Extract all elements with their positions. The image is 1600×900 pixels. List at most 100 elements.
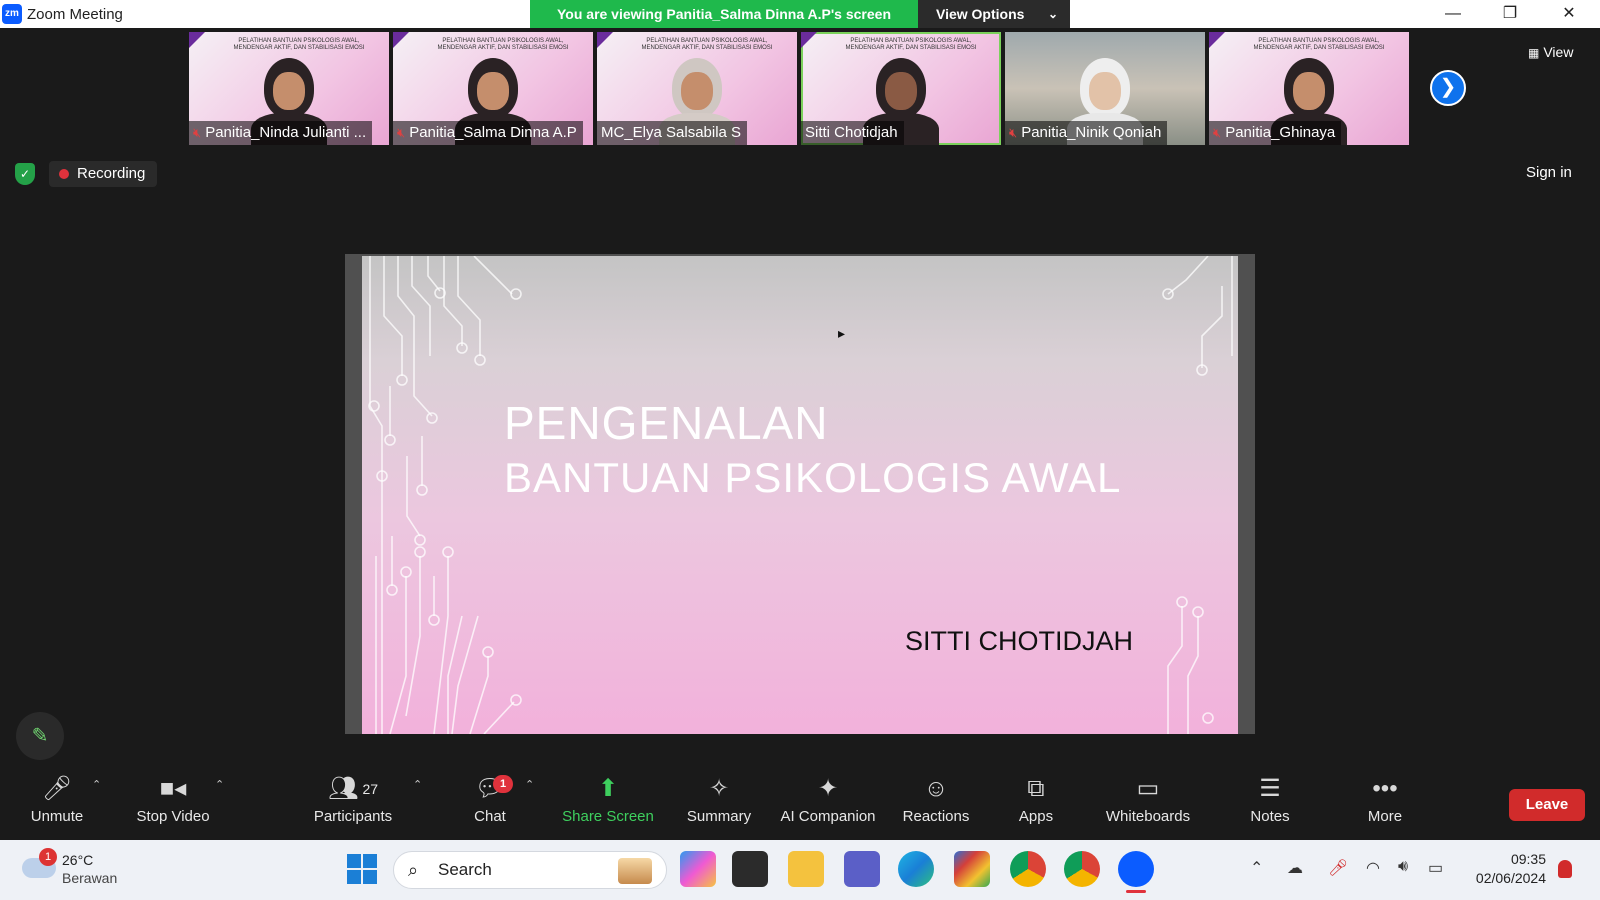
- file-explorer-icon[interactable]: [788, 851, 824, 887]
- video-thumbnail[interactable]: PELATIHAN BANTUAN PSIKOLOGIS AWAL, MENDE…: [189, 32, 389, 145]
- video-thumbnail-strip: PELATIHAN BANTUAN PSIKOLOGIS AWAL, MENDE…: [189, 32, 1409, 145]
- teams-app-icon[interactable]: [844, 851, 880, 887]
- participants-options-caret-icon[interactable]: ⌃: [413, 778, 422, 791]
- video-thumbnail[interactable]: PELATIHAN BANTUAN PSIKOLOGIS AWAL, MENDE…: [393, 32, 593, 145]
- volume-icon[interactable]: 🔊︎: [1398, 858, 1408, 876]
- participants-button[interactable]: 👥︎ 27 Participants: [308, 770, 398, 840]
- whiteboards-label: Whiteboards: [1105, 808, 1191, 825]
- chevron-down-icon: ⌄: [1047, 7, 1058, 21]
- more-label: More: [1367, 808, 1403, 825]
- wifi-icon[interactable]: ◠: [1366, 858, 1380, 878]
- weather-badge: 1: [39, 848, 57, 866]
- slide-corner-decoration: [801, 32, 817, 48]
- thumbnail-background-text: PELATIHAN BANTUAN PSIKOLOGIS AWAL, MENDE…: [1253, 38, 1385, 51]
- video-thumbnail[interactable]: PELATIHAN BANTUAN PSIKOLOGIS AWAL, MENDE…: [1209, 32, 1409, 145]
- thumbnail-background-text: PELATIHAN BANTUAN PSIKOLOGIS AWAL, MENDE…: [845, 38, 977, 51]
- video-thumbnail[interactable]: 🔇︎ Panitia_Ninik Qoniah: [1005, 32, 1205, 145]
- video-options-caret-icon[interactable]: ⌃: [215, 778, 224, 791]
- participant-name: Panitia_Salma Dinna A.P: [409, 124, 577, 141]
- participants-label: Participants: [313, 808, 393, 825]
- terminal-app-icon[interactable]: [732, 851, 768, 887]
- close-button[interactable]: ✕: [1546, 0, 1592, 28]
- notes-icon: ☰: [1259, 775, 1281, 802]
- meeting-toolbar: 🎤︎ Unmute ⌃ ■◂ Stop Video ⌃ 👥︎ 27 Partici…: [0, 770, 1600, 840]
- participant-name: MC_Elya Salsabila S: [601, 124, 742, 141]
- chat-options-caret-icon[interactable]: ⌃: [525, 778, 534, 791]
- participants-icon: 👥︎: [327, 775, 359, 802]
- minimize-button[interactable]: —: [1430, 0, 1476, 28]
- view-options-label: View Options: [936, 6, 1025, 22]
- notification-bell-icon[interactable]: [1558, 860, 1572, 878]
- stop-video-label: Stop Video: [136, 808, 210, 825]
- sign-in-link[interactable]: Sign in: [1526, 164, 1572, 181]
- chevron-up-icon[interactable]: ⌃: [1250, 858, 1263, 878]
- clock-time: 09:35: [1510, 851, 1546, 867]
- recording-label: Recording: [77, 165, 146, 182]
- participants-count: 27: [362, 781, 379, 797]
- chrome-browser-icon[interactable]: [1010, 851, 1046, 887]
- mouse-cursor-icon: ▸: [838, 325, 846, 341]
- share-screen-button[interactable]: ⬆︎ Share Screen: [560, 770, 656, 840]
- participant-name-tag: 🔇︎ Panitia_Ninik Qoniah: [1005, 121, 1168, 145]
- slide-title-line2: BANTUAN PSIKOLOGIS AWAL: [504, 454, 1122, 501]
- search-icon: ⌕: [408, 860, 419, 880]
- microsoft-store-icon[interactable]: [954, 851, 990, 887]
- system-clock[interactable]: 09:35 02/06/2024: [1466, 850, 1546, 888]
- reactions-button[interactable]: ☺ Reactions: [900, 770, 972, 840]
- stop-video-button[interactable]: ■◂ Stop Video: [128, 770, 218, 840]
- microphone-in-use-icon[interactable]: 🎤︎: [1328, 858, 1348, 878]
- thumbnail-background-text: PELATIHAN BANTUAN PSIKOLOGIS AWAL, MENDE…: [437, 38, 569, 51]
- share-screen-arrow-icon: ⬆︎: [597, 775, 619, 802]
- restore-button[interactable]: ❐: [1487, 0, 1533, 28]
- taskbar-search-box[interactable]: ⌕ Search: [393, 851, 667, 889]
- notes-button[interactable]: ☰ Notes: [1240, 770, 1300, 840]
- battery-icon[interactable]: ▭: [1428, 858, 1443, 878]
- microphone-muted-icon: 🎤︎: [41, 775, 73, 802]
- zoom-app-icon[interactable]: [1118, 851, 1154, 893]
- unmute-button[interactable]: 🎤︎ Unmute: [22, 770, 92, 840]
- participant-name: Panitia_Ghinaya: [1225, 124, 1336, 141]
- ai-companion-button[interactable]: ✦ AI Companion: [776, 770, 880, 840]
- chrome-profile-icon[interactable]: [1064, 851, 1100, 887]
- view-options-button[interactable]: View Options ⌄: [918, 0, 1070, 28]
- windows-start-icon[interactable]: [347, 854, 377, 884]
- apps-button[interactable]: ⧉ Apps: [1006, 770, 1066, 840]
- apps-label: Apps: [1018, 808, 1054, 825]
- weather-condition: Berawan: [62, 870, 118, 886]
- participant-name: Sitti Chotidjah: [805, 124, 898, 141]
- apps-grid-icon: ⧉: [1027, 775, 1045, 802]
- mic-muted-icon: 🔇︎: [1009, 125, 1018, 140]
- thumbnail-background-text: PELATIHAN BANTUAN PSIKOLOGIS AWAL, MENDE…: [641, 38, 773, 51]
- copilot-app-icon[interactable]: [680, 851, 716, 887]
- summary-document-icon: ✧: [708, 775, 730, 802]
- summary-button[interactable]: ✧ Summary: [682, 770, 756, 840]
- leave-button[interactable]: Leave: [1509, 789, 1585, 821]
- recording-indicator[interactable]: Recording: [49, 161, 158, 187]
- slide-title-line1: PENGENALAN: [504, 397, 829, 449]
- weather-widget[interactable]: 1 26°C Berawan: [22, 848, 142, 890]
- recording-dot-icon: [59, 169, 69, 179]
- video-thumbnail-active-speaker[interactable]: PELATIHAN BANTUAN PSIKOLOGIS AWAL, MENDE…: [801, 32, 1001, 145]
- ai-companion-label: AI Companion: [780, 808, 876, 825]
- shared-screen: PENGENALAN BANTUAN PSIKOLOGIS AWAL SITTI…: [362, 256, 1238, 734]
- annotate-pencil-icon[interactable]: ✎: [16, 712, 64, 760]
- video-thumbnail[interactable]: PELATIHAN BANTUAN PSIKOLOGIS AWAL, MENDE…: [597, 32, 797, 145]
- sparkle-icon: ✦: [817, 775, 839, 802]
- whiteboards-button[interactable]: ▭ Whiteboards: [1100, 770, 1196, 840]
- view-button[interactable]: ▦ View: [1528, 44, 1573, 60]
- security-shield-icon[interactable]: ✓: [15, 163, 35, 185]
- edge-browser-icon[interactable]: [898, 851, 934, 887]
- whiteboard-icon: ▭: [1136, 775, 1160, 802]
- view-button-label: View: [1543, 44, 1574, 60]
- window-title: Zoom Meeting: [27, 6, 123, 23]
- audio-options-caret-icon[interactable]: ⌃: [92, 778, 101, 791]
- onedrive-cloud-icon[interactable]: ☁︎: [1287, 858, 1303, 878]
- more-button[interactable]: ••• More: [1356, 770, 1414, 840]
- search-highlight-image: [618, 858, 652, 884]
- slide-corner-decoration: [393, 32, 409, 48]
- zoom-logo-icon: zm: [2, 4, 22, 24]
- participants-icon-group: 👥︎ 27: [308, 770, 398, 808]
- next-page-arrow-icon[interactable]: ❯: [1430, 70, 1466, 106]
- search-placeholder: Search: [438, 860, 492, 879]
- share-banner-message: You are viewing Panitia_Salma Dinna A.P'…: [530, 0, 918, 28]
